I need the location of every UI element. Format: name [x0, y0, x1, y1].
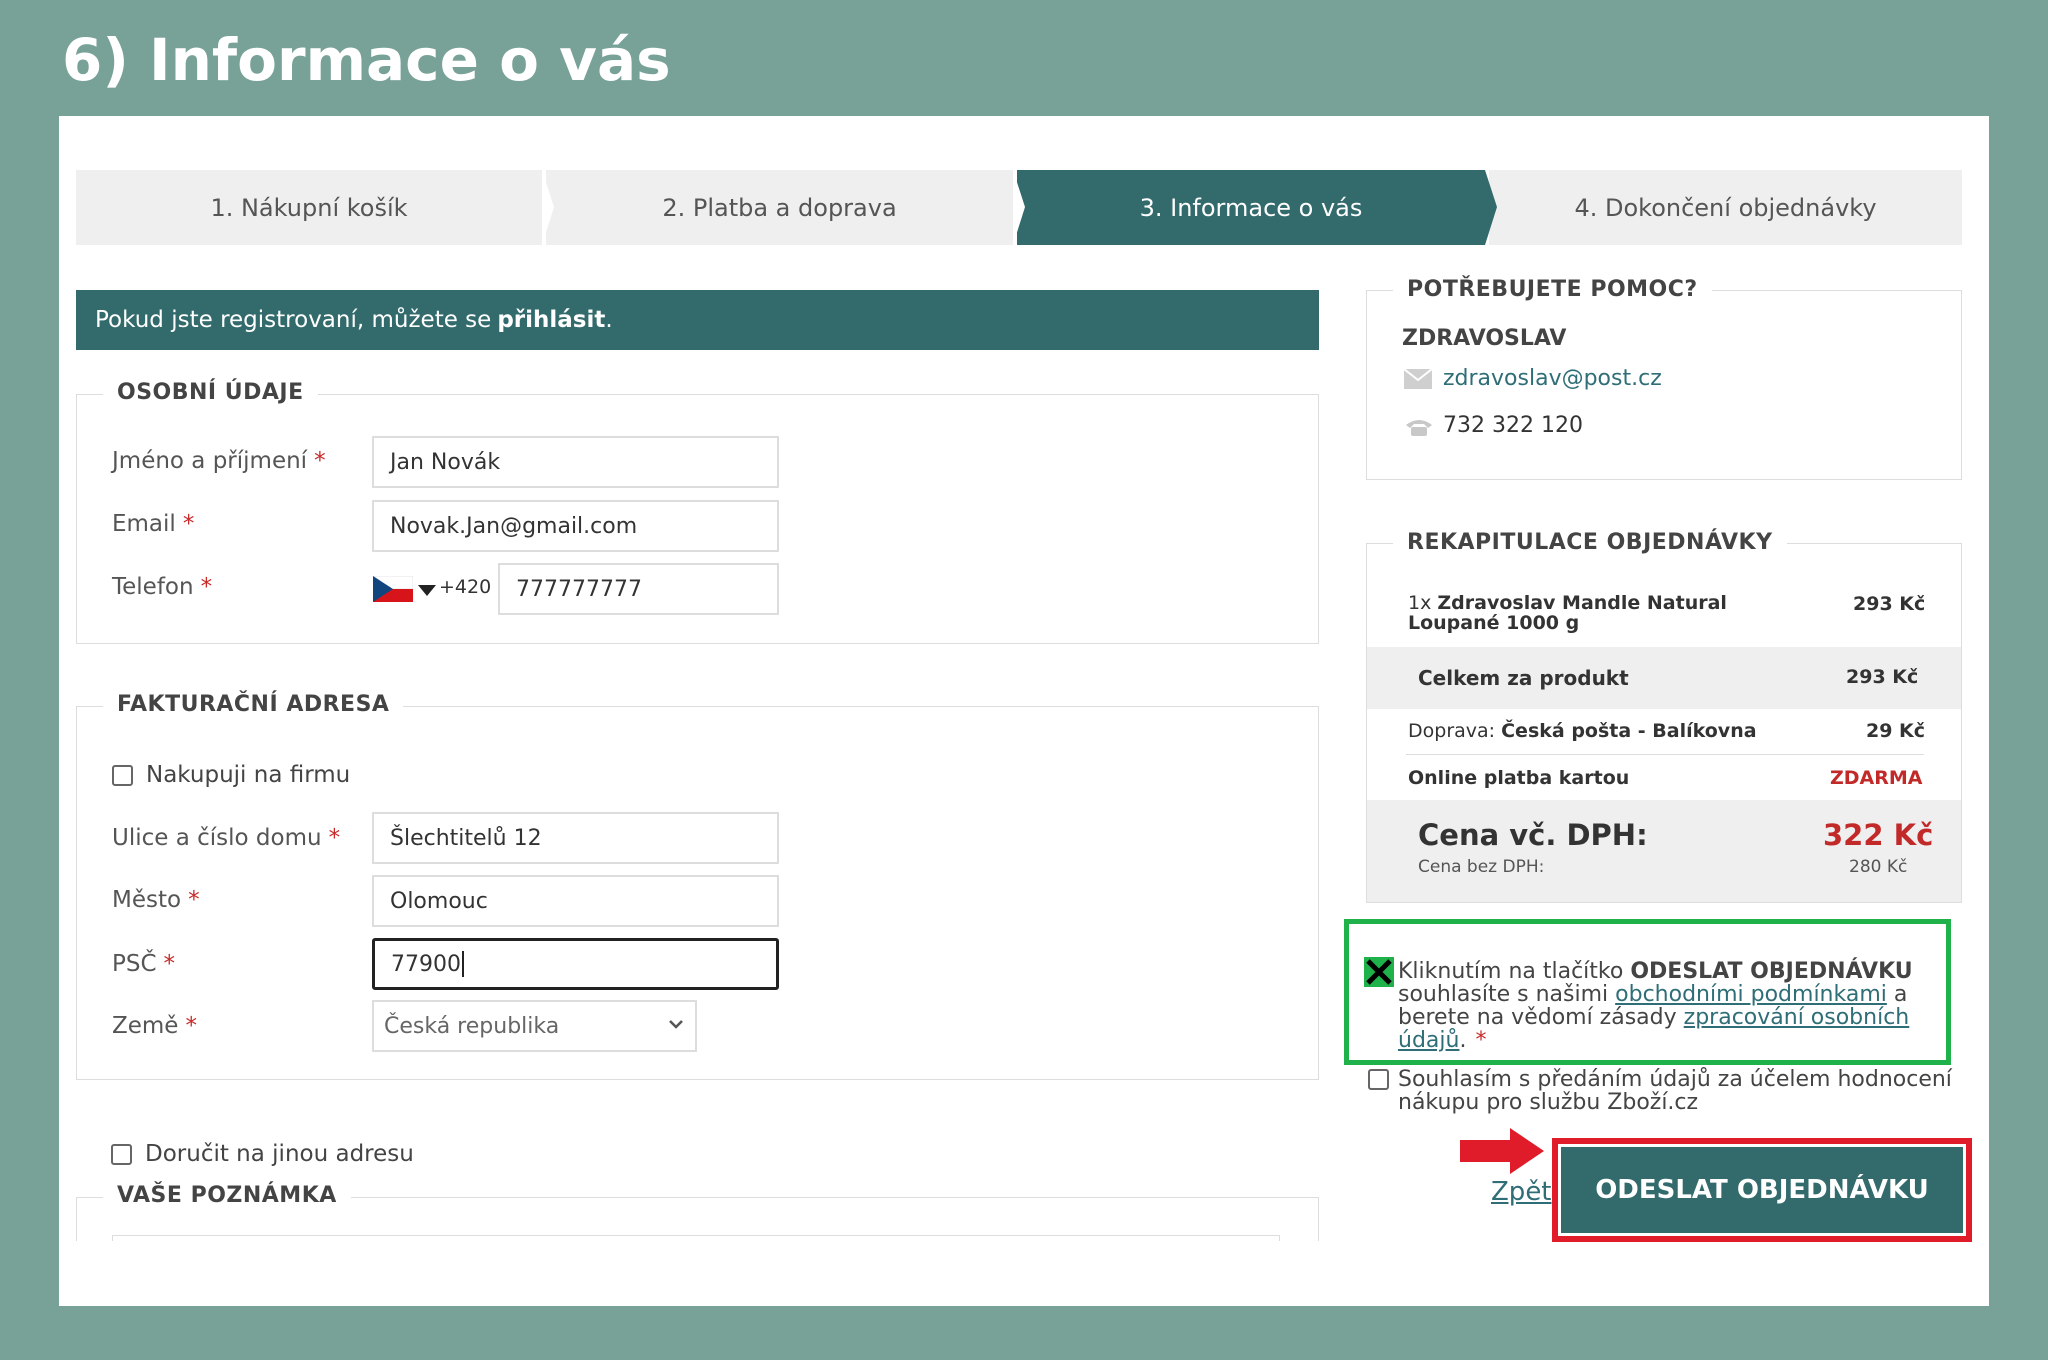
agreement-checkbox[interactable] [1364, 957, 1394, 991]
step-separator [1013, 170, 1025, 245]
step-separator [542, 170, 554, 245]
city-label: Město * [112, 887, 200, 913]
login-banner-suffix: . [605, 307, 613, 333]
country-label: Země * [112, 1013, 197, 1039]
bottom-divider [0, 1360, 2048, 1365]
zbozi-consent-label: Souhlasím s předáním údajů za účelem hod… [1398, 1067, 1952, 1115]
page-heading: 6) Informace o vás [62, 26, 671, 94]
step-cart[interactable]: 1. Nákupní košík [76, 170, 542, 245]
company-purchase-label: Nakupuji na firmu [146, 762, 351, 788]
back-link[interactable]: Zpět [1491, 1177, 1552, 1207]
chevron-down-icon [667, 1014, 685, 1039]
step-payment-label: 2. Platba a doprava [662, 193, 897, 222]
name-field[interactable]: Jan Novák [372, 436, 779, 488]
login-banner-text: Pokud jste registrovaní, můžete se [95, 307, 492, 333]
recap-net-value: 280 Kč [1849, 857, 1908, 877]
country-select-value: Česká republika [384, 1013, 560, 1039]
panel-bottom [59, 1241, 1359, 1306]
recap-product-total-label: Celkem za produkt [1418, 666, 1629, 690]
phone-country-code: +420 [439, 576, 492, 598]
company-purchase-checkbox[interactable] [112, 765, 133, 786]
country-select[interactable]: Česká republika [372, 1000, 697, 1052]
recap-item: 1x Zdravoslav Mandle Natural Loupané 100… [1408, 593, 1727, 633]
phone-icon [1404, 417, 1434, 441]
recap-net-label: Cena bez DPH: [1418, 857, 1545, 877]
recap-payment-label: Online platba kartou [1408, 767, 1630, 789]
other-address-checkbox[interactable] [111, 1144, 132, 1165]
recap-item-name-2: Loupané 1000 g [1408, 612, 1580, 634]
text-cursor [462, 951, 464, 977]
zip-label: PSČ * [112, 951, 176, 977]
arrow-right-icon [1460, 1128, 1544, 1178]
czech-flag-icon[interactable] [372, 575, 414, 602]
terms-link[interactable]: obchodními podmínkami [1615, 982, 1887, 1007]
step-finish-label: 4. Dokončení objednávky [1574, 193, 1877, 222]
name-label: Jméno a příjmení * [112, 448, 326, 474]
note-legend: VAŠE POZNÁMKA [103, 1183, 351, 1208]
login-banner: Pokud jste registrovaní, můžete se přihl… [76, 290, 1319, 350]
recap-total-value: 322 Kč [1823, 818, 1934, 852]
recap-divider [1406, 754, 1924, 755]
step-customer-info[interactable]: 3. Informace o vás [1017, 170, 1485, 245]
submit-order-button[interactable]: ODESLAT OBJEDNÁVKU [1561, 1147, 1963, 1233]
phone-field[interactable]: 777777777 [498, 563, 779, 615]
envelope-icon [1403, 368, 1433, 393]
zip-value: 77900 [391, 951, 461, 977]
recap-payment-value: ZDARMA [1830, 767, 1923, 789]
step-payment-shipping[interactable]: 2. Platba a doprava [546, 170, 1013, 245]
help-phone: 732 322 120 [1443, 413, 1583, 438]
personal-legend: OSOBNÍ ÚDAJE [103, 380, 318, 405]
recap-item-qty: 1x [1408, 592, 1432, 614]
zbozi-consent-checkbox[interactable] [1368, 1069, 1389, 1090]
other-address-label: Doručit na jinou adresu [145, 1141, 414, 1167]
privacy-link[interactable]: zpracování osobních [1684, 1005, 1910, 1030]
zip-field[interactable]: 77900 [372, 938, 779, 990]
recap-product-total-value: 293 Kč [1846, 666, 1919, 688]
street-label: Ulice a číslo domu * [112, 825, 341, 851]
email-label: Email * [112, 511, 195, 537]
recap-shipping-price: 29 Kč [1866, 720, 1926, 742]
step-info-label: 3. Informace o vás [1139, 193, 1363, 222]
billing-legend: FAKTURAČNÍ ADRESA [103, 692, 404, 717]
recap-total-label: Cena vč. DPH: [1418, 818, 1648, 852]
recap-item-price: 293 Kč [1853, 593, 1926, 615]
help-legend: POTŘEBUJETE POMOC? [1393, 277, 1712, 302]
help-company: ZDRAVOSLAV [1402, 326, 1567, 351]
privacy-link-2[interactable]: údajů [1398, 1028, 1459, 1053]
phone-label: Telefon * [112, 574, 213, 600]
step-finish[interactable]: 4. Dokončení objednávky [1489, 170, 1962, 245]
email-field[interactable]: Novak.Jan@gmail.com [372, 500, 779, 552]
help-email-link[interactable]: zdravoslav@post.cz [1443, 366, 1662, 391]
chevron-down-icon[interactable] [418, 582, 436, 601]
step-separator [1485, 170, 1497, 245]
login-link[interactable]: přihlásit [497, 307, 605, 333]
recap-shipping: Doprava: Česká pošta - Balíkovna [1408, 720, 1757, 742]
recap-item-name: Zdravoslav Mandle Natural [1437, 592, 1727, 614]
city-field[interactable]: Olomouc [372, 875, 779, 927]
agreement-text: Kliknutím na tlačítko ODESLAT OBJEDNÁVKU… [1398, 959, 1913, 1053]
street-field[interactable]: Šlechtitelů 12 [372, 812, 779, 864]
step-cart-label: 1. Nákupní košík [210, 193, 408, 222]
recap-legend: REKAPITULACE OBJEDNÁVKY [1393, 530, 1787, 555]
